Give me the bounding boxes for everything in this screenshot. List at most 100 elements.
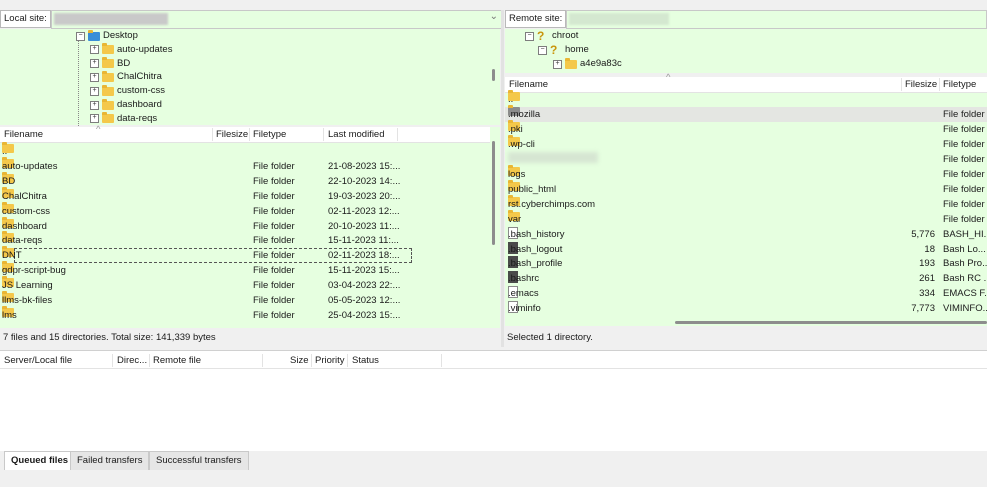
file-type: File folder <box>253 160 295 172</box>
col-filetype[interactable]: Filetype <box>253 127 286 142</box>
file-row[interactable]: .viminfo 7,773 VIMINFO... <box>505 301 987 316</box>
file-row[interactable]: .. <box>0 142 490 159</box>
local-site-label: Local site: <box>0 10 51 28</box>
file-row[interactable]: File folder <box>505 151 987 167</box>
file-name: .wp-cli <box>508 138 535 150</box>
file-row[interactable]: rst.cyberchimps.com File folder <box>505 194 987 212</box>
file-row[interactable]: .pki File folder <box>505 119 987 137</box>
tree-item[interactable]: + auto-updates <box>90 43 172 57</box>
chevron-down-icon[interactable]: ⌄ <box>490 11 498 22</box>
tree-expander-icon[interactable]: + <box>90 72 99 82</box>
local-file-list: Filename ^ Filesize Filetype Last modifi… <box>0 124 500 328</box>
pane-divider[interactable] <box>501 10 504 347</box>
file-type: File folder <box>943 168 985 180</box>
local-list-scrollbar[interactable] <box>492 141 495 245</box>
file-row[interactable]: llms-bk-files File folder 05-05-2023 12:..… <box>0 291 490 308</box>
sort-arrow-icon: ^ <box>96 124 101 135</box>
tree-item[interactable]: + dashboard <box>90 98 162 112</box>
tab-queued-files[interactable]: Queued files <box>4 451 76 470</box>
file-row[interactable]: .bashrc 261 Bash RC ... <box>505 271 987 286</box>
sort-arrow-icon: ^ <box>666 72 671 83</box>
file-name: .viminfo <box>508 303 541 315</box>
tree-expander-icon[interactable]: + <box>90 45 99 55</box>
file-row[interactable]: dashboard File folder 20-10-2023 11:... <box>0 216 490 234</box>
col-server-local-file[interactable]: Server/Local file <box>4 353 72 368</box>
tree-expander-icon[interactable]: + <box>553 59 562 69</box>
col-filetype[interactable]: Filetype <box>943 77 976 92</box>
file-name: rst.cyberchimps.com <box>508 198 596 210</box>
file-name: auto-updates <box>2 160 58 172</box>
tree-item[interactable]: + BD <box>90 57 130 71</box>
file-row[interactable]: JS Learning File folder 03-04-2023 22:... <box>0 276 490 293</box>
file-row[interactable]: lms File folder 25-04-2023 15:... <box>0 305 490 323</box>
file-type: File folder <box>253 190 295 202</box>
file-modified: 02-11-2023 18:... <box>328 250 400 262</box>
col-size[interactable]: Size <box>290 353 308 368</box>
tab-successful-transfers[interactable]: Successful transfers <box>149 451 249 470</box>
tree-expander-icon[interactable]: − <box>525 31 534 41</box>
col-remote-file[interactable]: Remote file <box>153 353 201 368</box>
file-modified: 20-10-2023 11:... <box>328 220 400 232</box>
tree-item[interactable]: −? home <box>538 43 589 57</box>
file-row[interactable]: .bash_history 5,776 BASH_HI... <box>505 226 987 242</box>
local-directory-tree[interactable]: − Desktop + auto-updates + BD + ChalChitra + cust… <box>0 29 500 126</box>
tree-item[interactable]: + ChalChitra <box>90 70 162 84</box>
file-name: JS Learning <box>2 280 53 292</box>
file-type: Bash Pro... <box>943 258 987 270</box>
tree-item[interactable]: + custom-css <box>90 84 165 98</box>
tree-expander-icon[interactable]: − <box>76 31 85 41</box>
remote-status-text: Selected 1 directory. <box>507 332 593 343</box>
tab-failed-transfers[interactable]: Failed transfers <box>70 451 150 470</box>
file-row[interactable]: public_html File folder <box>505 179 987 197</box>
tree-item[interactable]: + a4e9a83c <box>553 57 622 71</box>
tree-item-label: dashboard <box>117 99 162 110</box>
tree-item[interactable]: − Desktop <box>76 29 138 43</box>
tree-item-label: chroot <box>552 30 579 41</box>
col-last-modified[interactable]: Last modified <box>328 127 385 142</box>
file-row[interactable]: data-reqs File folder 15-11-2023 11:... <box>0 231 490 248</box>
remote-file-list: Filename ^ Filesize Filetype .. .mozilla F… <box>505 72 987 326</box>
local-tree-scrollbar[interactable] <box>492 69 495 81</box>
remote-list-scrollbar[interactable] <box>675 321 987 324</box>
file-row[interactable]: .mozilla File folder <box>505 104 987 122</box>
tree-item[interactable]: −? chroot <box>525 29 578 43</box>
col-status[interactable]: Status <box>352 353 379 368</box>
col-filesize[interactable]: Filesize <box>905 77 937 92</box>
file-modified: 15-11-2023 15:... <box>328 265 400 277</box>
file-row[interactable]: DNT File folder 02-11-2023 18:... <box>2 246 412 264</box>
file-type: File folder <box>253 309 295 321</box>
file-row[interactable]: auto-updates File folder 21-08-2023 15:... <box>0 156 490 174</box>
remote-directory-tree[interactable]: −? chroot −? home + a4e9a83c <box>505 29 987 73</box>
file-row[interactable]: gdpr-script-bug File folder 15-11-2023 15:… <box>0 261 490 278</box>
tree-item-label: ChalChitra <box>117 71 162 83</box>
file-row[interactable]: .. <box>505 90 987 107</box>
tree-expander-icon[interactable]: − <box>538 45 547 55</box>
col-filesize[interactable]: Filesize <box>216 127 248 142</box>
remote-list-header: Filename ^ Filesize Filetype <box>505 72 987 93</box>
local-site-path-input[interactable]: ⌄ <box>50 9 502 29</box>
file-row[interactable]: custom-css File folder 02-11-2023 12:... <box>0 201 490 219</box>
tree-item-label: a4e9a83c <box>580 58 622 69</box>
unknown-folder-icon: ? <box>537 29 545 43</box>
file-row[interactable]: ChalChitra File folder 19-03-2023 20:... <box>0 186 490 204</box>
col-direction[interactable]: Direc... <box>117 353 147 368</box>
file-row[interactable]: var File folder <box>505 209 987 227</box>
tree-expander-icon[interactable]: + <box>90 59 99 69</box>
remote-site-bar: Remote site: <box>505 9 987 29</box>
file-type: EMACS F... <box>943 288 987 300</box>
tree-expander-icon[interactable]: + <box>90 86 99 96</box>
redacted-name <box>508 151 598 163</box>
file-row[interactable]: .bash_profile 193 Bash Pro... <box>505 256 987 271</box>
file-row[interactable]: .bash_logout 18 Bash Lo... <box>505 241 987 257</box>
file-size: 261 <box>919 273 935 285</box>
remote-site-path-input[interactable] <box>566 9 987 29</box>
tree-expander-icon[interactable]: + <box>90 100 99 110</box>
col-filename[interactable]: Filename <box>509 77 548 92</box>
file-row[interactable]: BD File folder 22-10-2023 14:... <box>0 171 490 189</box>
col-priority[interactable]: Priority <box>315 353 345 368</box>
file-name: public_html <box>508 183 557 195</box>
file-row[interactable]: logs File folder <box>505 164 987 182</box>
file-row[interactable]: .emacs 334 EMACS F... <box>505 286 987 301</box>
col-filename[interactable]: Filename <box>4 127 43 142</box>
file-row[interactable]: .wp-cli File folder <box>505 134 987 152</box>
